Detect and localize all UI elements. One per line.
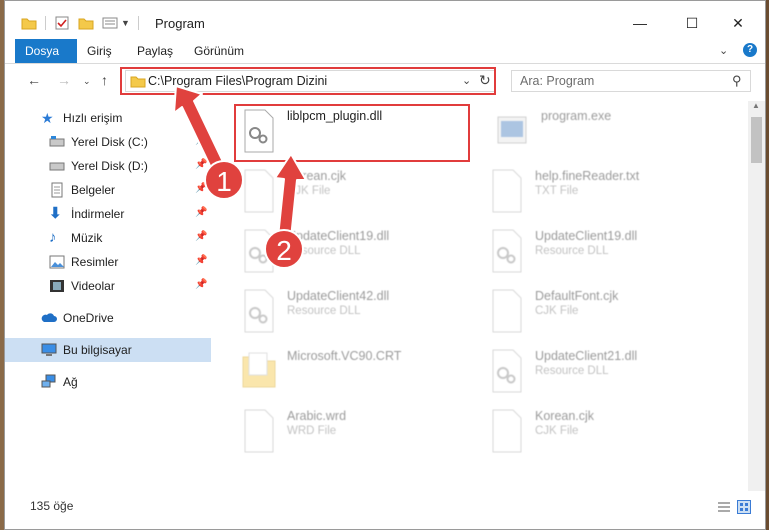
quick-access-toolbar: ▼ <box>21 14 147 32</box>
item-count: 135 öğe <box>30 499 74 513</box>
sidebar-item-documents[interactable]: Belgeler 📌 <box>5 178 211 202</box>
file-icon <box>492 409 522 453</box>
details-view-icon[interactable] <box>717 501 731 513</box>
sidebar-item-music[interactable]: ♪ Müzik 📌 <box>5 226 211 250</box>
computer-icon <box>41 343 57 356</box>
sidebar-item-videos[interactable]: Videolar 📌 <box>5 274 211 298</box>
folder-icon <box>242 352 276 388</box>
address-bar-highlight <box>120 67 496 95</box>
sidebar-item-pictures[interactable]: Resimler 📌 <box>5 250 211 274</box>
file-item-updateclient21-dll[interactable]: UpdateClient21.dll Resource DLL <box>489 349 719 405</box>
step-badge-2: 2 <box>264 229 304 269</box>
file-item-korean-cjk[interactable]: Korean.cjk CJK File <box>489 409 719 465</box>
maximize-button[interactable]: ☐ <box>669 9 715 37</box>
pin-icon[interactable]: 📌 <box>195 255 207 266</box>
chevron-down-icon[interactable]: ▼ <box>121 18 130 28</box>
file-item-defaultfont-cjk[interactable]: DefaultFont.cjk CJK File <box>489 289 719 345</box>
status-bar: 135 öğe <box>5 491 765 529</box>
sidebar-item-this-pc[interactable]: Bu bilgisayar <box>5 338 211 362</box>
tab-giris[interactable]: Giriş <box>77 39 122 63</box>
navigation-pane: ★ Hızlı erişim Yerel Disk (C:) 📌 Yerel D… <box>5 101 211 491</box>
music-icon: ♪ <box>49 229 57 246</box>
dll-file-icon <box>244 289 274 333</box>
sidebar-item-downloads[interactable]: ⬇ İndirmeler 📌 <box>5 202 211 226</box>
cloud-icon <box>41 313 57 322</box>
ribbon-tabs: Dosya Giriş Paylaş Görünüm ⌄ ? <box>5 39 765 64</box>
download-icon: ⬇ <box>49 205 62 222</box>
up-arrow-icon[interactable]: ↑ <box>101 72 108 88</box>
network-icon <box>41 374 56 388</box>
minimize-button[interactable]: — <box>617 9 663 37</box>
tab-dosya[interactable]: Dosya <box>15 39 77 63</box>
search-box[interactable]: Ara: Program ⚲ <box>511 70 751 92</box>
file-item-arabic-wrd[interactable]: Arabic.wrd WRD File <box>241 409 471 465</box>
star-icon: ★ <box>41 110 54 126</box>
pin-icon[interactable]: 📌 <box>195 159 207 170</box>
title-bar: ▼ Program — ☐ ✕ <box>5 1 765 39</box>
chevron-down-icon[interactable]: ⌄ <box>83 76 91 87</box>
sidebar-item-local-disk-c[interactable]: Yerel Disk (C:) 📌 <box>5 130 211 154</box>
file-icon <box>244 169 274 213</box>
folder-icon <box>21 18 37 30</box>
file-icon <box>492 169 522 213</box>
scrollbar-thumb[interactable] <box>751 117 762 163</box>
file-item-program-exe[interactable]: program.exe <box>495 109 725 165</box>
search-placeholder[interactable]: Ara: Program <box>520 74 594 88</box>
drive-icon <box>49 162 65 171</box>
pin-icon[interactable]: 📌 <box>195 207 207 218</box>
step-badge-1: 1 <box>204 160 244 200</box>
dll-file-icon <box>492 229 522 273</box>
close-button[interactable]: ✕ <box>715 9 761 37</box>
file-item-microsoft-vc90-crt[interactable]: Microsoft.VC90.CRT <box>241 349 471 405</box>
sidebar-item-quick-access[interactable]: ★ Hızlı erişim <box>5 106 211 130</box>
videos-icon <box>50 280 64 292</box>
documents-icon <box>51 182 63 198</box>
sidebar-item-onedrive[interactable]: OneDrive <box>5 306 211 330</box>
file-highlight <box>234 104 470 162</box>
back-arrow-icon[interactable]: ← <box>27 72 41 88</box>
file-item-help-finereader-txt[interactable]: help.fineReader.txt TXT File <box>489 169 719 225</box>
file-item-updateclient42-dll[interactable]: UpdateClient42.dll Resource DLL <box>241 289 471 345</box>
chevron-down-icon[interactable]: ⌄ <box>719 44 728 57</box>
tab-paylas[interactable]: Paylaş <box>127 39 183 63</box>
tab-gorunum[interactable]: Görünüm <box>184 39 254 63</box>
file-item-updateclient19-dll[interactable]: UpdateClient19.dll Resource DLL <box>489 229 719 285</box>
dll-file-icon <box>492 349 522 393</box>
file-icon <box>492 289 522 333</box>
help-icon[interactable]: ? <box>743 43 757 57</box>
window-title: Program <box>155 16 205 31</box>
forward-arrow-icon[interactable]: → <box>57 72 71 88</box>
properties-icon[interactable] <box>54 15 70 31</box>
sidebar-item-network[interactable]: Ağ <box>5 370 211 394</box>
pin-icon[interactable]: 📌 <box>195 231 207 242</box>
pin-icon[interactable]: 📌 <box>195 135 207 146</box>
exe-file-icon <box>497 116 527 144</box>
vertical-scrollbar[interactable]: ▲ <box>748 101 765 491</box>
large-icons-view-icon[interactable] <box>737 500 751 514</box>
sidebar-item-local-disk-d[interactable]: Yerel Disk (D:) 📌 <box>5 154 211 178</box>
new-folder-icon[interactable] <box>78 16 94 30</box>
scroll-up-icon[interactable]: ▲ <box>752 101 760 110</box>
pictures-icon <box>49 255 65 269</box>
pin-icon[interactable]: 📌 <box>195 279 207 290</box>
file-item-korean-cjk[interactable]: Korean.cjk CJK File <box>241 169 471 225</box>
search-icon[interactable]: ⚲ <box>732 73 742 89</box>
drive-icon <box>49 136 65 147</box>
customize-icon[interactable] <box>102 16 118 30</box>
file-icon <box>244 409 274 453</box>
